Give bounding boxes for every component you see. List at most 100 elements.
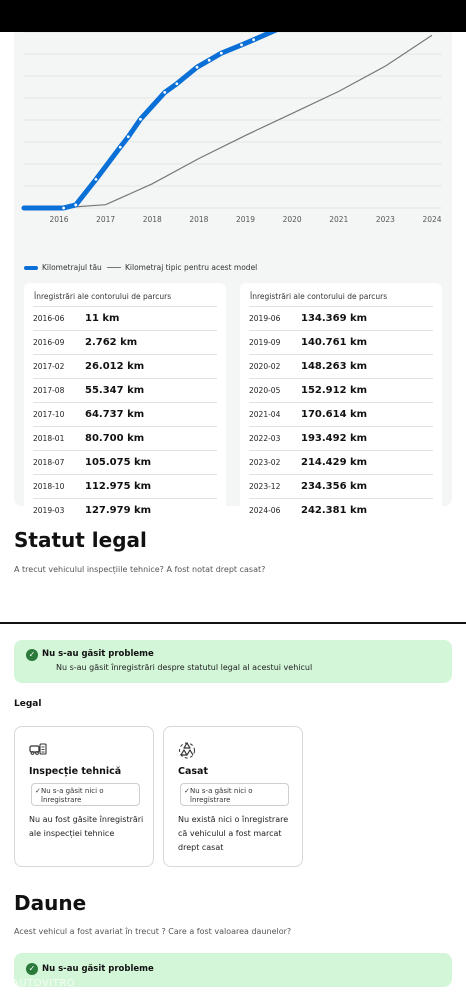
row-km: 11 km [85, 313, 120, 324]
table-row: 2018-01 80.700 km [33, 426, 217, 450]
row-date: 2016-09 [33, 338, 65, 347]
row-date: 2019-09 [249, 338, 281, 347]
table-row: 2023-02 214.429 km [249, 450, 433, 474]
data-point [162, 90, 167, 95]
table-row: 2016-06 11 km [33, 306, 217, 330]
table-row: 2020-05 152.912 km [249, 378, 433, 402]
row-km: 105.075 km [85, 457, 152, 468]
row-km: 64.737 km [85, 409, 145, 420]
row-date: 2024-06 [249, 506, 281, 515]
card-description: Nu au fost găsite înregistrări ale inspe… [29, 815, 144, 838]
series-line-typical [58, 34, 433, 209]
scrapped-card: Casat ✓ Nu s-a găsit nici o înregistrare… [163, 726, 303, 867]
mileage-chart: 2016 2017 2018 2018 2019 2020 2021 2023 2024 [21, 32, 442, 224]
row-date: 2018-07 [33, 458, 65, 467]
row-km: 193.492 km [301, 433, 368, 444]
legal-success-alert: ✓ Nu s-au găsit probleme Nu s-au găsit î… [14, 640, 452, 683]
row-km: 170.614 km [301, 409, 368, 420]
row-km: 152.912 km [301, 385, 368, 396]
table-header: Înregistrări ale contorului de parcurs [250, 292, 388, 301]
row-date: 2018-10 [33, 482, 65, 491]
table-row: 2019-06 134.369 km [249, 306, 433, 330]
x-tick-label: 2021 [329, 215, 348, 224]
row-date: 2020-05 [249, 386, 281, 395]
data-point [219, 50, 224, 56]
table-row: 2016-09 2.762 km [33, 330, 217, 354]
status-chip: ✓ Nu s-a găsit nici o înregistrare [31, 783, 140, 806]
row-km: 26.012 km [85, 361, 145, 372]
legend-swatch-thin [107, 266, 121, 269]
legal-status-title: Statut legal [14, 528, 147, 552]
table-row: 2017-10 64.737 km [33, 402, 217, 426]
alert-title: Nu s-au găsit probleme [42, 964, 154, 974]
row-km: 80.700 km [85, 433, 145, 444]
card-description: Nu există nici o înregistrare că vehicul… [178, 815, 289, 852]
row-km: 148.263 km [301, 361, 368, 372]
data-point [239, 42, 244, 48]
table-row: 2022-03 193.492 km [249, 426, 433, 450]
table-row: 2020-02 148.263 km [249, 354, 433, 378]
x-tick-label: 2018 [189, 215, 208, 224]
row-km: 112.975 km [85, 481, 152, 492]
row-date: 2022-03 [249, 434, 281, 443]
table-row: 2018-07 105.075 km [33, 450, 217, 474]
legend-item-your-mileage: Kilometrajul tău [24, 263, 102, 272]
row-km: 242.381 km [301, 505, 368, 516]
table-row: 2017-02 26.012 km [33, 354, 217, 378]
damage-subtitle: Acest vehicul a fost avariat în trecut ?… [14, 927, 292, 936]
row-km: 127.979 km [85, 505, 152, 516]
row-date: 2020-02 [249, 362, 281, 371]
row-date: 2017-08 [33, 386, 65, 395]
section-divider [0, 622, 466, 624]
legal-status-subtitle: A trecut vehiculul inspecțiile tehnice? … [14, 565, 266, 574]
data-point [73, 202, 78, 208]
mileage-panel: 2016 2017 2018 2018 2019 2020 2021 2023 2024 Kil… [14, 32, 452, 529]
row-km: 214.429 km [301, 457, 368, 468]
odometer-table-left: Înregistrări ale contorului de parcurs 2… [24, 283, 226, 529]
row-km: 134.369 km [301, 313, 368, 324]
row-date: 2017-02 [33, 362, 65, 371]
data-point [174, 81, 180, 86]
row-km: 55.347 km [85, 385, 145, 396]
odometer-table-right: Înregistrări ale contorului de parcurs 2… [240, 283, 442, 529]
alert-text: Nu s-au găsit înregistrări despre statut… [56, 663, 313, 672]
row-km: 2.762 km [85, 337, 138, 348]
damage-success-alert: ✓ Nu s-au găsit probleme [14, 953, 452, 987]
x-tick-label: 2020 [283, 215, 302, 224]
data-point [251, 37, 256, 42]
top-bar [0, 0, 466, 32]
row-date: 2017-10 [33, 410, 65, 419]
damage-title: Daune [14, 891, 87, 915]
row-date: 2016-06 [33, 314, 65, 323]
row-date: 2021-04 [249, 410, 281, 419]
inspection-icon [29, 743, 47, 755]
x-tick-label: 2023 [376, 215, 395, 224]
x-tick-label: 2019 [236, 215, 255, 224]
status-chip: ✓ Nu s-a găsit nici o înregistrare [180, 783, 289, 806]
row-date: 2023-02 [249, 458, 281, 467]
table-header: Înregistrări ale contorului de parcurs [34, 292, 172, 301]
check-icon: ✓ [35, 787, 41, 795]
inspection-card: Inspecție tehnică ✓ Nu s-a găsit nici o … [14, 726, 154, 867]
legend-label: Kilometraj tipic pentru acest model [125, 263, 258, 272]
recycle-icon [179, 742, 195, 759]
data-point [126, 134, 131, 139]
legal-section-label: Legal [14, 699, 42, 709]
table-row: 2024-06 242.381 km [249, 498, 433, 522]
legend-label: Kilometrajul tău [42, 263, 102, 272]
row-date: 2018-01 [33, 434, 65, 443]
check-icon: ✓ [184, 787, 190, 795]
table-row: 2019-09 140.761 km [249, 330, 433, 354]
data-point [206, 57, 212, 63]
x-tick-label: 2016 [49, 215, 68, 224]
row-km: 234.356 km [301, 481, 368, 492]
row-km: 140.761 km [301, 337, 368, 348]
check-circle-icon: ✓ [26, 649, 38, 661]
check-circle-icon: ✓ [26, 963, 38, 975]
table-row: 2021-04 170.614 km [249, 402, 433, 426]
x-tick-label: 2017 [96, 215, 115, 224]
data-point [194, 65, 200, 70]
watermark: AUTOVITRO [12, 978, 76, 989]
data-point [138, 117, 143, 122]
data-point [118, 144, 123, 150]
